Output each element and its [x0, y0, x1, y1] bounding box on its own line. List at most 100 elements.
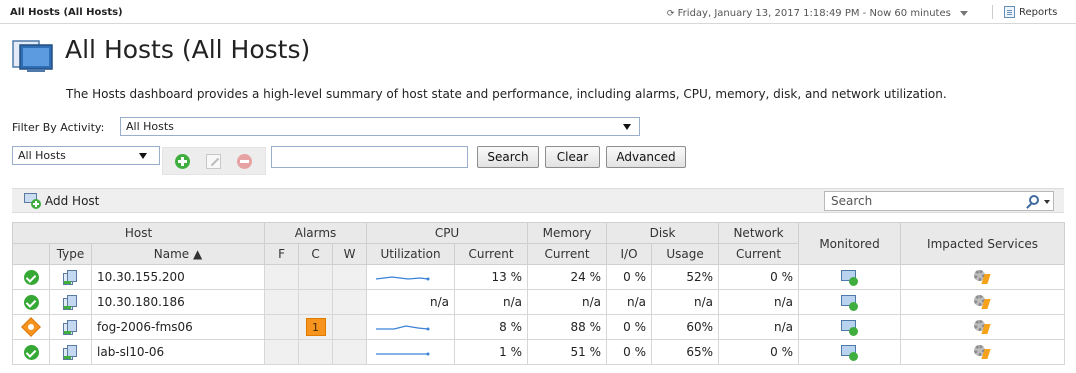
table-row[interactable]: fog-2006-fms06 1 8 % 88 % 0 % 60% n/a [12, 314, 1066, 340]
status-ok-icon [23, 269, 39, 285]
filter-by-activity-value: All Hosts [126, 120, 174, 133]
col-cpu-current[interactable]: Current [454, 243, 529, 265]
monitored-icon[interactable] [841, 294, 859, 311]
col-disk-io[interactable]: I/O [606, 243, 653, 265]
alarm-f-cell [264, 289, 300, 315]
disk-io: n/a [606, 289, 653, 315]
host-scope-value: All Hosts [18, 149, 66, 162]
col-name[interactable]: Name ▲ [90, 243, 266, 265]
filter-by-activity-label: Filter By Activity: [12, 121, 105, 134]
edit-icon[interactable] [206, 154, 221, 169]
add-host-icon [24, 193, 42, 209]
col-monitored[interactable]: Monitored [798, 222, 902, 265]
monitored-cell [798, 264, 902, 290]
time-range-label: Friday, January 13, 2017 1:18:49 PM - No… [677, 8, 951, 19]
host-type-icon [63, 269, 78, 285]
chevron-down-icon [623, 124, 631, 130]
filter-action-group [162, 147, 266, 175]
status-cell [12, 314, 50, 340]
impacted-services-icon[interactable] [974, 270, 991, 285]
grid-search-placeholder: Search [831, 194, 873, 208]
host-scope-select[interactable]: All Hosts [12, 146, 160, 165]
table-row[interactable]: lab-sl10-06 1 % 51 % 0 % 65% 0 % [12, 339, 1066, 365]
host-type-icon [63, 344, 78, 360]
monitored-icon[interactable] [841, 269, 859, 286]
host-monitor-icon [12, 40, 53, 72]
col-cpu-utilization[interactable]: Utilization [366, 243, 456, 265]
type-cell [49, 264, 92, 290]
col-network-current[interactable]: Current [718, 243, 800, 265]
network-current: 0 % [718, 264, 800, 290]
col-group-alarms: Alarms [264, 222, 368, 244]
cpu-utilization-cell [366, 339, 456, 365]
col-disk-usage[interactable]: Usage [651, 243, 720, 265]
host-name[interactable]: 10.30.180.186 [90, 289, 266, 315]
time-range-selector[interactable]: ⟳ Friday, January 13, 2017 1:18:49 PM - … [667, 8, 968, 19]
disk-usage: 60% [651, 314, 720, 340]
col-group-network: Network [718, 222, 800, 244]
cpu-current: 13 % [454, 264, 529, 290]
host-name[interactable]: lab-sl10-06 [90, 339, 266, 365]
impacted-services-icon[interactable] [974, 345, 991, 360]
col-impacted-services[interactable]: Impacted Services [900, 222, 1066, 265]
col-alarm-f[interactable]: F [264, 243, 300, 265]
impacted-services-cell [900, 314, 1066, 340]
impacted-services-icon[interactable] [974, 320, 991, 335]
reports-icon [1004, 6, 1015, 18]
cpu-current: 8 % [454, 314, 529, 340]
host-name[interactable]: fog-2006-fms06 [90, 314, 266, 340]
status-warning-icon [21, 317, 41, 338]
cpu-utilization-cell [366, 264, 456, 290]
filter-by-activity-select[interactable]: All Hosts [120, 117, 640, 136]
memory-current: 51 % [527, 339, 608, 365]
disk-usage: n/a [651, 289, 720, 315]
advanced-button[interactable]: Advanced [606, 146, 686, 168]
grid-search-input[interactable]: Search [824, 191, 1054, 211]
reports-label: Reports [1019, 6, 1058, 18]
table-row[interactable]: 10.30.155.200 13 % 24 % 0 % 52% 0 % [12, 264, 1066, 290]
monitored-icon[interactable] [841, 344, 859, 361]
status-ok-icon [23, 344, 39, 360]
type-cell [49, 289, 92, 315]
alarm-critical-badge[interactable]: 1 [305, 318, 326, 336]
table-row[interactable]: 10.30.180.186 n/a n/a n/a n/a n/a n/a [12, 289, 1066, 315]
monitored-icon[interactable] [841, 319, 859, 336]
disk-io: 0 % [606, 264, 653, 290]
col-type[interactable]: Type [49, 243, 92, 265]
alarm-c-cell [298, 289, 334, 315]
col-group-disk: Disk [606, 222, 720, 244]
reports-button[interactable]: Reports [1004, 6, 1057, 18]
host-name[interactable]: 10.30.155.200 [90, 264, 266, 290]
grid-toolbar: Add Host Search [12, 188, 1064, 213]
hosts-table: Host Alarms CPU Memory Disk Network Moni… [11, 222, 1066, 365]
filter-search-input[interactable] [271, 146, 468, 168]
cpu-utilization-cell: n/a [366, 289, 456, 315]
type-cell [49, 314, 92, 340]
impacted-services-icon[interactable] [974, 295, 991, 310]
clear-button[interactable]: Clear [545, 146, 600, 168]
search-icon [1029, 195, 1039, 205]
col-group-memory: Memory [527, 222, 608, 244]
add-icon[interactable] [175, 154, 190, 169]
network-current: n/a [718, 314, 800, 340]
add-host-label: Add Host [45, 194, 100, 208]
status-cell [12, 264, 50, 290]
alarm-c-cell [298, 339, 334, 365]
remove-icon[interactable] [237, 154, 252, 169]
col-alarm-w[interactable]: W [332, 243, 368, 265]
memory-current: 88 % [527, 314, 608, 340]
disk-io: 0 % [606, 314, 653, 340]
alarm-f-cell [264, 339, 300, 365]
memory-current: n/a [527, 289, 608, 315]
col-memory-current[interactable]: Current [527, 243, 608, 265]
network-current: 0 % [718, 339, 800, 365]
monitored-cell [798, 314, 902, 340]
col-group-host: Host [11, 222, 266, 244]
alarm-w-cell [332, 264, 368, 290]
alarm-w-cell [332, 339, 368, 365]
add-host-button[interactable]: Add Host [24, 193, 99, 209]
breadcrumb: All Hosts (All Hosts) [10, 7, 123, 18]
col-group-cpu: CPU [366, 222, 529, 244]
search-button[interactable]: Search [477, 146, 539, 168]
col-alarm-c[interactable]: C [298, 243, 334, 265]
